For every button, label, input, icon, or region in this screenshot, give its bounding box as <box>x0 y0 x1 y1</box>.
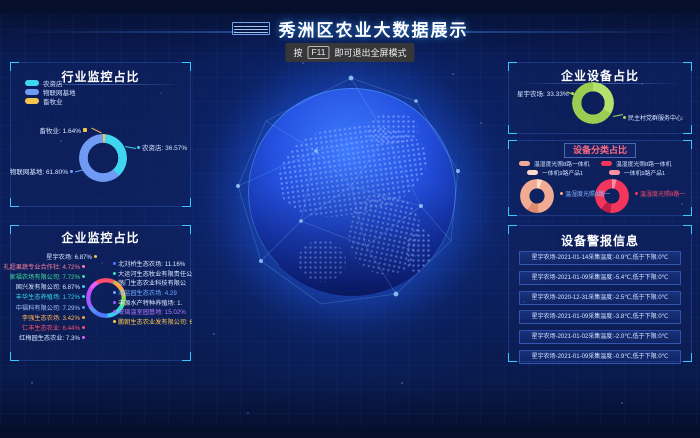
chart-callout: 星宇农场: 6.87% <box>23 251 97 261</box>
chart-callout: 民主村党群服务中心: <box>623 113 684 122</box>
brand-logo-icon <box>232 22 270 35</box>
leader-line <box>125 146 136 149</box>
callout-dot <box>623 116 626 119</box>
legend-swatch <box>609 170 620 175</box>
chart-callout: 物联网基地: 61.80% <box>15 166 73 176</box>
callout-dot <box>94 255 97 258</box>
chart-callout: 荡门生态农业科技有限公 <box>113 278 192 288</box>
panel-device-category: 设备分类占比 温湿度光照8路一体机 一体机9路产品1 温湿度光照8路一体机 一体… <box>508 140 692 216</box>
enterprise-labels-right: 北刘桥生态农场: 11.16% 大运河生态牧业有限责任公 荡门生态农业科技有限公… <box>113 259 192 326</box>
chart-callout: 农资店: 36.57% <box>137 142 187 152</box>
legend-label: 畜牧业 <box>43 96 63 106</box>
callout-dot <box>82 295 85 298</box>
callout-dot <box>635 192 638 195</box>
legend-item[interactable]: 一体机9路产品1 <box>601 169 671 177</box>
callout-dot <box>82 306 85 309</box>
legend-item[interactable]: 物联网基地 <box>25 88 76 96</box>
legend-label: 一体机9路产品1 <box>542 168 583 177</box>
category-legend-left: 温湿度光照8路一体机 一体机9路产品1 <box>519 160 589 177</box>
chart-callout: 大运河生态牧业有限责任公 <box>113 269 192 279</box>
callout-dot <box>113 272 116 275</box>
leader-line <box>613 114 623 117</box>
callout-dot <box>113 291 116 294</box>
legend-swatch <box>601 161 612 166</box>
top-strip <box>0 0 700 13</box>
chart-callout: 鹏朝生态农业发有限公司: 6.87 <box>113 317 192 327</box>
chart-callout: 仁丰生态农业: 6.44% <box>11 322 85 332</box>
legend-swatch <box>25 98 39 104</box>
callout-dot <box>70 170 73 173</box>
network-mesh <box>226 66 478 318</box>
alarm-row: 星宇农场-2020-12-31采集温度:-2.5℃,低于下限:0℃ <box>519 291 681 305</box>
chart-callout: 畜牧业: 1.64% <box>29 125 87 135</box>
industry-donut-ring[interactable] <box>79 134 127 182</box>
chart-callout: 礼超果蔬专业合作社: 4.72% <box>11 261 85 271</box>
legend-swatch <box>527 170 538 175</box>
chart-callout: 丰华生态养殖场: 1.72% <box>11 292 85 302</box>
chart-callout: 丰源水产特种养殖场: 1. <box>113 297 192 307</box>
chart-callout: 中福科有限公司: 7.29% <box>11 302 85 312</box>
legend-swatch <box>25 89 39 95</box>
fullscreen-tip-prefix: 按 <box>293 46 302 59</box>
callout-dot <box>82 275 85 278</box>
chart-callout: 星宇农场: 33.33% <box>517 88 574 98</box>
chart-callout: 海盐园生态农场: 4.29 <box>113 288 192 298</box>
panel-industry-monitor: 行业监控占比 农资店 物联网基地 畜牧业 畜牧业: 1.64% 农资店: 36.… <box>10 62 191 207</box>
panel-title: 设备警报信息 <box>509 232 691 249</box>
chart-callout: 家福农场有限公司: 7.72% <box>11 271 85 281</box>
callout-dot <box>137 146 140 149</box>
panel-title: 企业设备占比 <box>509 67 691 84</box>
fullscreen-tip: 按 F11 即可退出全屏模式 <box>285 43 414 62</box>
header: 秀洲区农业大数据展示 <box>0 16 700 41</box>
chart-callout: 北刘桥生态农场: 11.16% <box>113 259 192 269</box>
f11-key-badge: F11 <box>307 46 329 59</box>
callout-dot <box>83 128 87 132</box>
bottom-strip <box>0 427 700 438</box>
device-ratio-donut-ring[interactable] <box>572 82 614 124</box>
callout-dot <box>560 192 563 195</box>
chart-callout: 李强生态农场: 3.42% <box>11 312 85 322</box>
callout-dot <box>82 285 85 288</box>
chart-callout: 玻璃温室园基地: 15.02% <box>113 307 192 317</box>
legend-item[interactable]: 畜牧业 <box>25 97 76 105</box>
alarm-row: 星宇农场-2021-01-09采集温度:-3.8℃,低于下限:0℃ <box>519 310 681 324</box>
alarm-row: 星宇农场-2021-01-09采集温度:-5.4℃,低于下限:0℃ <box>519 271 681 285</box>
callout-dot <box>82 336 85 339</box>
panel-title: 企业监控占比 <box>11 229 190 246</box>
leader-line <box>91 128 101 134</box>
chart-callout: 温湿度光照8路一 <box>560 189 610 198</box>
legend-item[interactable]: 温湿度光照8路一体机 <box>601 160 671 168</box>
chart-callout: 红梅园生态农业: 7.3% <box>11 333 85 343</box>
panel-device-alarm: 设备警报信息 星宇农场-2021-01-14采集温度:-0.9℃,低于下限:0℃… <box>508 225 692 362</box>
fullscreen-tip-suffix: 即可退出全屏模式 <box>335 46 407 59</box>
legend-item[interactable]: 一体机9路产品1 <box>519 169 589 177</box>
callout-dot <box>82 326 85 329</box>
enterprise-labels-left: 星宇农场: 6.87% 礼超果蔬专业合作社: 4.72% 家福农场有限公司: 7… <box>11 251 85 343</box>
alarm-row: 星宇农场-2021-01-02采集温度:-2.0℃,低于下限:0℃ <box>519 330 681 344</box>
chart-callout: 温湿度光照8路一 <box>635 189 685 198</box>
legend-item[interactable]: 温湿度光照8路一体机 <box>519 160 589 168</box>
alarm-row: 星宇农场-2021-01-09采集温度:-0.9℃,低于下限:0℃ <box>519 350 681 364</box>
page-title: 秀洲区农业大数据展示 <box>279 16 469 41</box>
legend-label: 一体机9路产品1 <box>624 168 665 177</box>
category-legend-right: 温湿度光照8路一体机 一体机9路产品1 <box>601 160 671 177</box>
callout-dot <box>113 301 116 304</box>
panel-enterprise-monitor: 企业监控占比 星宇农场: 6.87% 礼超果蔬专业合作社: 4.72% 家福农场… <box>10 225 191 361</box>
callout-dot <box>113 310 116 313</box>
panel-enterprise-device: 企业设备占比 星宇农场: 33.33% 民主村党群服务中心: <box>508 62 692 134</box>
callout-dot <box>113 262 116 265</box>
callout-dot <box>113 281 116 284</box>
category-donut-left[interactable] <box>520 179 554 213</box>
legend-swatch <box>25 80 39 86</box>
chart-callout: 国兴发有限公司: 6.87% <box>11 282 85 292</box>
legend-swatch <box>519 161 530 166</box>
alarm-row: 星宇农场-2021-01-14采集温度:-0.9℃,低于下限:0℃ <box>519 251 681 265</box>
callout-dot <box>113 320 116 323</box>
industry-legend: 农资店 物联网基地 畜牧业 <box>25 79 76 106</box>
callout-dot <box>82 316 85 319</box>
callout-dot <box>82 265 85 268</box>
alarm-list: 星宇农场-2021-01-14采集温度:-0.9℃,低于下限:0℃ 星宇农场-2… <box>519 251 681 370</box>
panel-title: 设备分类占比 <box>564 143 636 158</box>
legend-item[interactable]: 农资店 <box>25 79 76 87</box>
